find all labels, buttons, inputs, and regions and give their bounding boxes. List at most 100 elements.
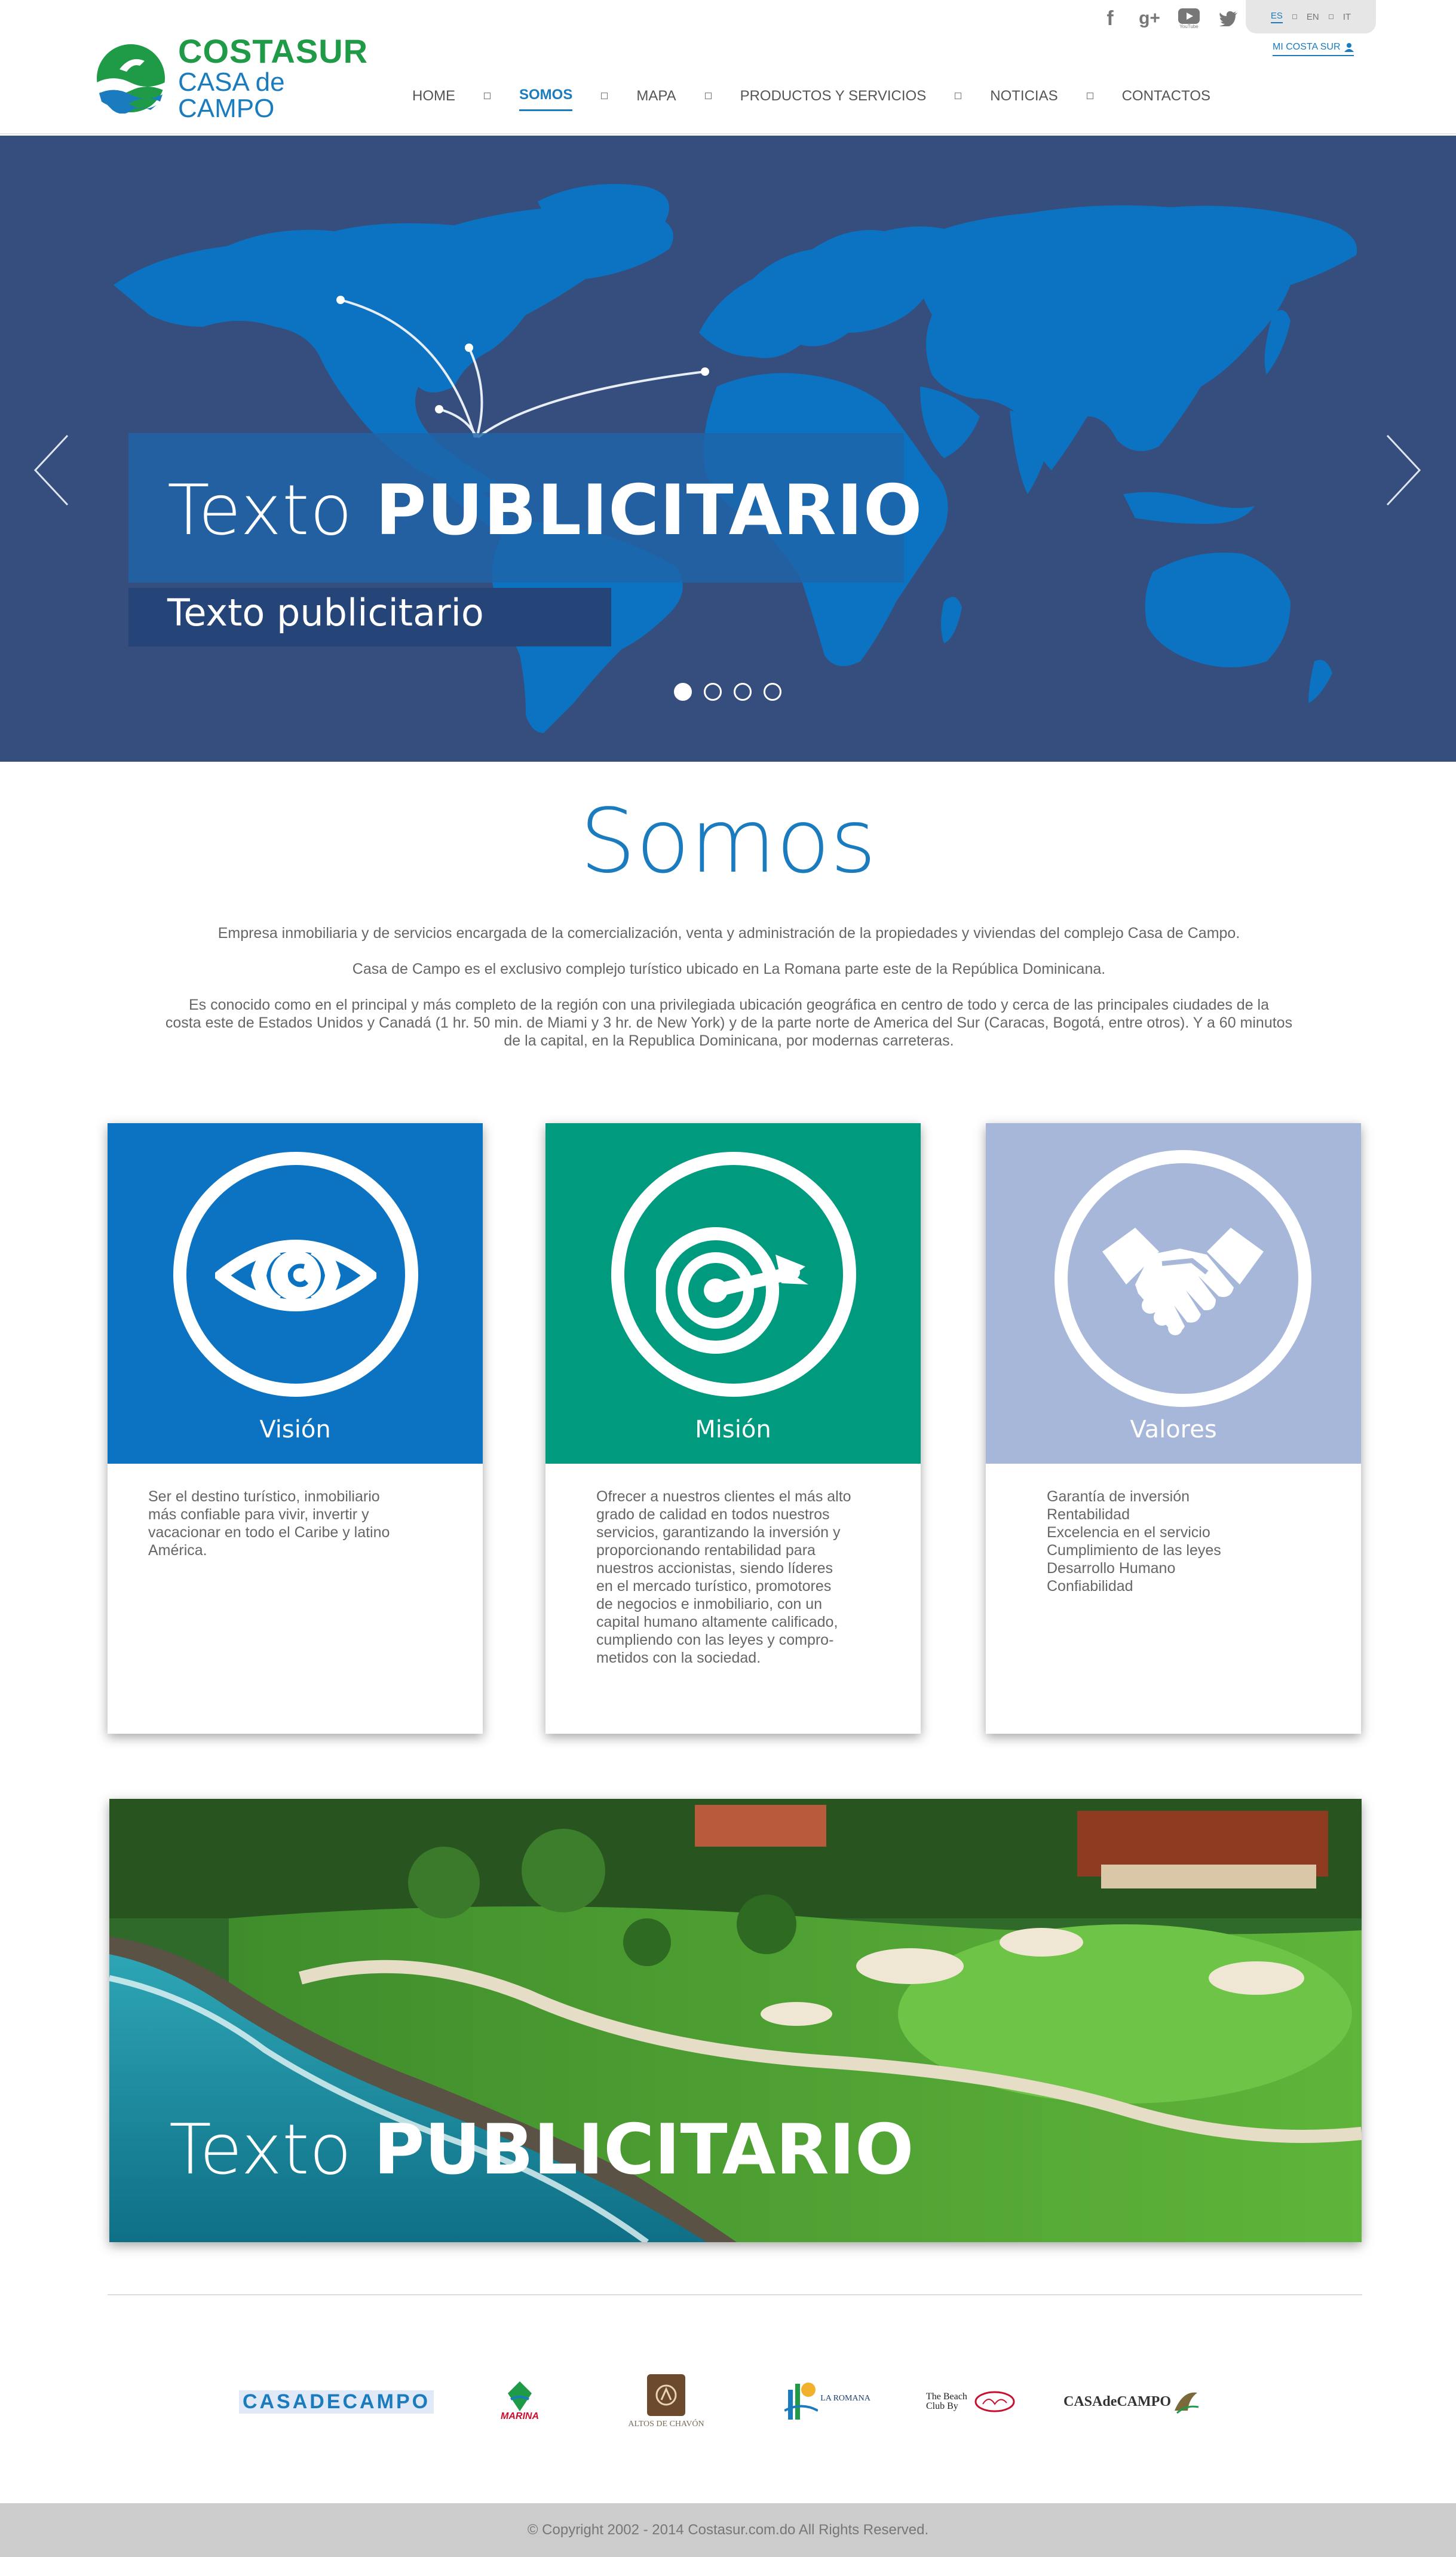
casa-de-campo-spa-logo[interactable]: CASAdeCAMPO: [1060, 2378, 1204, 2426]
marina-text: MARINA: [501, 2411, 539, 2421]
card-values-line: Cumplimiento de las leyes: [1047, 1542, 1221, 1559]
card-vision-line: vacacionar en todo el Caribe y latino: [148, 1524, 390, 1541]
site-footer: © Copyright 2002 - 2014 Costasur.com.do …: [0, 2503, 1456, 2557]
hero-title-light: Texto: [167, 470, 376, 551]
beach-club-text: The Beach Club By: [926, 2392, 967, 2411]
hero-title: Texto PUBLICITARIO: [167, 470, 922, 551]
card-values-line: Desarrollo Humano: [1047, 1560, 1176, 1577]
twitter-icon[interactable]: [1216, 4, 1240, 33]
nav-separator: [704, 93, 712, 99]
marina-logo[interactable]: MARINA: [487, 2366, 553, 2438]
nav-home[interactable]: HOME: [412, 88, 455, 111]
card-mission-line: proporcionando rentabilidad para: [596, 1542, 816, 1559]
altos-de-chavon-emblem: [647, 2374, 685, 2416]
nav-productos-y-servicios[interactable]: PRODUCTOS Y SERVICIOS: [740, 88, 927, 111]
card-mission-line: Ofrecer a nuestros clientes el más alto: [596, 1488, 851, 1505]
lang-it[interactable]: IT: [1343, 12, 1351, 22]
copyright-text: © Copyright 2002 - 2014 Costasur.com.do …: [527, 2522, 929, 2538]
somos-paragraph-1: Empresa inmobiliaria y de servicios enca…: [217, 925, 1240, 942]
card-mission: Misión Ofrecer a nuestros clientes el má…: [545, 1123, 921, 1734]
card-mission-line: metidos con la sociedad.: [596, 1650, 761, 1666]
banner-title-bold: PUBLICITARIO: [373, 2110, 914, 2190]
section-divider: [108, 2294, 1362, 2295]
golf-banner[interactable]: Texto PUBLICITARIO: [109, 1799, 1362, 2242]
card-vision-header: Visión: [108, 1123, 483, 1464]
card-values-title: Valores: [1130, 1416, 1217, 1443]
la-romana-airport-logo[interactable]: LA ROMANA: [780, 2372, 875, 2426]
casa-de-campo-text: CASADECAMPO: [238, 2390, 434, 2414]
card-values-line: Confiabilidad: [1047, 1578, 1133, 1595]
casa-de-campo-logo[interactable]: CASADECAMPO: [238, 2384, 434, 2420]
somos-paragraph-3c: de la capital, en la Republica Dominican…: [504, 1032, 954, 1049]
card-mission-title: Misión: [695, 1416, 771, 1443]
card-vision-title: Visión: [259, 1416, 331, 1443]
nav-contactos[interactable]: CONTACTOS: [1122, 88, 1210, 111]
card-mission-header: Misión: [545, 1123, 921, 1464]
card-vision: Visión Ser el destino turístico, inmobil…: [108, 1123, 483, 1734]
youtube-icon[interactable]: YouTube: [1177, 4, 1201, 33]
site-header: COSTASUR CASA de CAMPO f g+ YouTube ES E…: [0, 0, 1456, 134]
logo-subtitle: CASA de CAMPO: [178, 67, 285, 123]
la-romana-text: LA ROMANA: [820, 2394, 870, 2403]
hero-title-bold: PUBLICITARIO: [375, 470, 923, 551]
user-icon: [1344, 42, 1354, 52]
social-links: f g+ YouTube: [1098, 4, 1240, 33]
eye-icon: [215, 1240, 376, 1311]
hero-subtitle: Texto publicitario: [167, 591, 484, 634]
nav-separator: [484, 93, 491, 99]
slider-dot-4[interactable]: [764, 683, 781, 701]
google-plus-icon[interactable]: g+: [1138, 4, 1161, 33]
costasur-logo[interactable]: COSTASUR CASA de CAMPO: [96, 34, 367, 121]
nav-somos[interactable]: SOMOS: [519, 87, 573, 111]
card-mission-body: Ofrecer a nuestros clientes el más alto …: [596, 1488, 877, 1667]
lang-es[interactable]: ES: [1270, 11, 1283, 23]
card-values-body: Garantía de inversión Rentabilidad Excel…: [1047, 1488, 1322, 1595]
card-values: Valores Garantía de inversión Rentabilid…: [986, 1123, 1361, 1734]
card-vision-line: más confiable para vivir, invertir y: [148, 1506, 369, 1523]
hero-slider: Texto PUBLICITARIO Texto publicitario: [0, 136, 1456, 762]
nav-separator: [955, 93, 962, 99]
card-values-line: Excelencia en el servicio: [1047, 1524, 1210, 1541]
somos-paragraph-3a: Es conocido como en el principal y más c…: [188, 997, 1270, 1013]
somos-paragraph-3b: costa este de Estados Unidos y Canadá (1…: [165, 1014, 1293, 1031]
card-vision-line: América.: [148, 1542, 207, 1559]
slider-next-button[interactable]: [1386, 434, 1422, 506]
slider-dot-2[interactable]: [704, 683, 722, 701]
card-vision-line: Ser el destino turístico, inmobiliario: [148, 1488, 380, 1505]
somos-paragraph-2: Casa de Campo es el exclusivo complejo t…: [352, 961, 1106, 977]
card-vision-body: Ser el destino turístico, inmobiliario m…: [148, 1488, 441, 1559]
banner-title: Texto PUBLICITARIO: [169, 2110, 914, 2190]
my-account-label: MI COSTA SUR: [1273, 42, 1341, 52]
nav-separator: [1086, 93, 1093, 99]
slider-prev-button[interactable]: [33, 434, 69, 506]
nav-separator: [601, 93, 608, 99]
casa-de-campo-spa-text: CASAdeCAMPO: [1063, 2393, 1171, 2409]
card-mission-line: de negocios e inmobiliario, con un: [596, 1596, 823, 1612]
altos-de-chavon-logo[interactable]: ALTOS DE CHAVÓN: [621, 2366, 711, 2438]
card-mission-line: servicios, garantizando la inversión y: [596, 1524, 841, 1541]
card-mission-line: grado de calidad en todos nuestros: [596, 1506, 830, 1523]
youtube-caption: YouTube: [1179, 23, 1198, 29]
slider-pagination: [674, 683, 781, 701]
card-values-header: Valores: [986, 1123, 1361, 1464]
slider-dot-3[interactable]: [734, 683, 752, 701]
partner-logos: CASADECAMPO MARINA ALTOS DE CHAVÓN LA RO…: [0, 2360, 1456, 2432]
lang-en[interactable]: EN: [1307, 12, 1319, 22]
card-mission-line: nuestros accionistas, siendo líderes: [596, 1560, 833, 1577]
handshake-icon: [1102, 1228, 1264, 1335]
nav-noticias[interactable]: NOTICIAS: [990, 88, 1057, 111]
slider-dot-1[interactable]: [674, 683, 692, 701]
lang-separator: [1328, 14, 1334, 19]
beach-club-logo[interactable]: The Beach Club By: [920, 2378, 1022, 2426]
logo-title: COSTASUR: [178, 32, 369, 70]
section-title-somos: Somos: [580, 790, 876, 893]
logo-mark-icon: [96, 43, 166, 114]
nav-mapa[interactable]: MAPA: [636, 88, 676, 111]
altos-de-chavon-text: ALTOS DE CHAVÓN: [628, 2420, 704, 2429]
card-values-line: Garantía de inversión: [1047, 1488, 1190, 1505]
my-account-link[interactable]: MI COSTA SUR: [1273, 42, 1354, 56]
facebook-icon[interactable]: f: [1098, 4, 1122, 33]
card-mission-line: en el mercado turístico, promotores: [596, 1578, 832, 1595]
lang-separator: [1292, 14, 1297, 19]
banner-title-light: Texto: [169, 2110, 374, 2190]
